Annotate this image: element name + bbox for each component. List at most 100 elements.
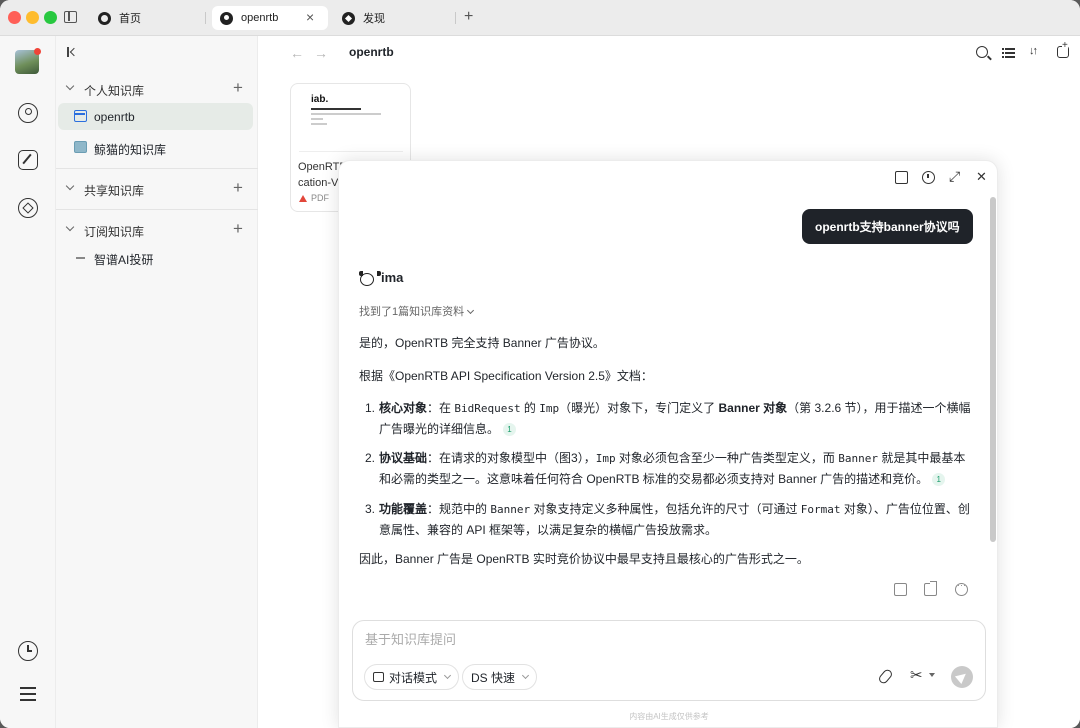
scissors-icon[interactable]: ✂ bbox=[910, 666, 935, 684]
document-type-label: PDF bbox=[311, 193, 329, 203]
minimize-window-button[interactable] bbox=[26, 11, 39, 24]
forward-arrow-icon[interactable]: → bbox=[314, 45, 328, 61]
sidebar-item-zhipu-research[interactable]: 智谱AI投研 bbox=[58, 244, 253, 271]
dash-icon bbox=[74, 251, 87, 263]
sort-icon[interactable] bbox=[1029, 45, 1043, 60]
answer-conclusion: 因此，Banner 广告是 OpenRTB 实时竞价协议中最早支持且最核心的广告… bbox=[359, 552, 809, 566]
answer-source-line: 根据《OpenRTB API Specification Version 2.5… bbox=[359, 369, 653, 383]
chevron-down-icon bbox=[65, 181, 75, 191]
point-title: 协议基础 bbox=[379, 451, 428, 465]
sources-text: 找到了1篇知识库资料 bbox=[359, 306, 465, 318]
page-title: openrtb bbox=[349, 45, 394, 59]
list-view-icon[interactable] bbox=[1002, 46, 1016, 60]
image-icon bbox=[74, 141, 87, 153]
point-title: 核心对象 bbox=[379, 401, 428, 415]
note-icon[interactable] bbox=[895, 171, 908, 184]
citation-badge[interactable]: 1 bbox=[932, 473, 946, 486]
section-label: 共享知识库 bbox=[84, 184, 145, 198]
collapse-sidebar-icon[interactable] bbox=[67, 47, 77, 57]
knowledge-sidebar: 个人知识库 + openrtb 鲸猫的知识库 共享知识库 + 订阅知识库 + 智… bbox=[56, 36, 258, 728]
ai-disclaimer: 内容由AI生成仅供参考 bbox=[629, 712, 709, 721]
expand-icon[interactable] bbox=[949, 168, 962, 185]
sidebar-item-label: 鲸猫的知识库 bbox=[94, 143, 167, 157]
title-bar: 首页 openrtb × 发现 + bbox=[0, 0, 1080, 36]
section-subscribed-kb[interactable]: 订阅知识库 + bbox=[56, 218, 258, 242]
model-select[interactable]: DS 快速 bbox=[462, 664, 538, 690]
compass-icon bbox=[342, 11, 355, 25]
back-arrow-icon[interactable]: ← bbox=[290, 45, 304, 61]
list-item: 1. 核心对象：在 BidRequest 的 Imp（曝光）对象下，专门定义了 … bbox=[365, 398, 971, 439]
attach-icon[interactable] bbox=[877, 667, 894, 686]
document-name: OpenRTB cation-V bbox=[298, 161, 347, 189]
notebook-icon bbox=[74, 110, 87, 122]
list-number: 2. bbox=[365, 451, 376, 465]
chat-input-box: 对话模式 DS 快速 ✂ bbox=[352, 620, 986, 701]
new-item-icon[interactable] bbox=[1057, 40, 1069, 58]
sidebar-item-label: 智谱AI投研 bbox=[94, 253, 154, 267]
sidebar-toggle-icon[interactable] bbox=[64, 11, 77, 23]
user-message: openrtb支持banner协议吗 bbox=[802, 209, 973, 244]
section-personal-kb[interactable]: 个人知识库 + bbox=[56, 77, 258, 101]
add-shared-kb-button[interactable]: + bbox=[233, 179, 243, 197]
history-clock-icon[interactable] bbox=[922, 171, 935, 184]
point-title: 功能覆盖 bbox=[379, 502, 428, 516]
tab-label: openrtb bbox=[241, 12, 279, 24]
share-icon[interactable] bbox=[924, 581, 937, 596]
list-item: 2. 协议基础：在请求的对象模型中（图3），Imp 对象必须包含至少一种广告类型… bbox=[365, 448, 971, 489]
document-type: PDF bbox=[299, 193, 329, 203]
scrollbar[interactable] bbox=[990, 197, 996, 542]
section-label: 订阅知识库 bbox=[84, 225, 145, 239]
divider bbox=[56, 168, 258, 169]
answer-intro: 是的，OpenRTB 完全支持 Banner 广告协议。 bbox=[359, 336, 605, 350]
search-icon[interactable] bbox=[976, 46, 988, 58]
user-message-text: openrtb支持banner协议吗 bbox=[815, 220, 960, 234]
panda-icon bbox=[359, 270, 381, 286]
tab-close-icon[interactable]: × bbox=[306, 10, 314, 24]
mode-label: 对话模式 bbox=[389, 670, 438, 685]
chevron-down-icon bbox=[443, 671, 452, 680]
chevron-down-icon bbox=[467, 306, 475, 315]
sidebar-item-label: openrtb bbox=[94, 110, 135, 124]
chat-panel: openrtb支持banner协议吗 ima 找到了1篇知识库资料 是的，Ope… bbox=[338, 160, 998, 728]
chevron-down-icon bbox=[65, 81, 75, 91]
history-clock-icon[interactable] bbox=[18, 641, 38, 661]
bulb-icon bbox=[220, 11, 233, 25]
knowledge-bulb-icon[interactable] bbox=[18, 103, 38, 123]
sources-toggle[interactable]: 找到了1篇知识库资料 bbox=[359, 303, 475, 319]
more-icon[interactable] bbox=[955, 580, 968, 596]
pdf-icon bbox=[299, 195, 307, 202]
maximize-window-button[interactable] bbox=[44, 11, 57, 24]
divider bbox=[56, 209, 258, 210]
tab-divider bbox=[205, 12, 206, 24]
send-button[interactable] bbox=[951, 666, 973, 688]
close-window-button[interactable] bbox=[8, 11, 21, 24]
mode-select[interactable]: 对话模式 bbox=[364, 664, 460, 690]
model-label: DS 快速 bbox=[471, 670, 516, 685]
document-thumbnail: iab. bbox=[299, 92, 403, 152]
add-subscribed-kb-button[interactable]: + bbox=[233, 220, 243, 238]
notification-dot bbox=[34, 48, 41, 55]
close-icon[interactable] bbox=[976, 169, 989, 185]
list-number: 3. bbox=[365, 502, 376, 516]
edit-note-icon[interactable] bbox=[894, 583, 907, 596]
bot-header: ima bbox=[359, 270, 404, 286]
menu-icon[interactable] bbox=[18, 684, 38, 704]
list-number: 1. bbox=[365, 401, 376, 415]
note-edit-icon[interactable] bbox=[18, 150, 38, 170]
bot-name: ima bbox=[381, 270, 404, 285]
citation-badge[interactable]: 1 bbox=[503, 423, 517, 436]
new-tab-button[interactable]: + bbox=[464, 8, 473, 26]
sidebar-item-whalecat-kb[interactable]: 鲸猫的知识库 bbox=[58, 134, 253, 161]
section-shared-kb[interactable]: 共享知识库 + bbox=[56, 177, 258, 201]
app-window: 首页 openrtb × 发现 + 个人知识库 + openrtb 鲸猫的知识库… bbox=[0, 0, 1080, 728]
discover-compass-icon[interactable] bbox=[18, 198, 38, 218]
left-rail bbox=[0, 36, 56, 728]
add-personal-kb-button[interactable]: + bbox=[233, 79, 243, 97]
iab-logo: iab. bbox=[311, 94, 329, 105]
sidebar-item-openrtb[interactable]: openrtb bbox=[58, 103, 253, 130]
tab-home[interactable]: 首页 bbox=[90, 6, 149, 30]
chat-bubble-icon bbox=[373, 672, 384, 682]
tab-label: 发现 bbox=[363, 13, 385, 25]
chat-input[interactable] bbox=[365, 632, 865, 647]
tab-discover[interactable]: 发现 bbox=[334, 6, 393, 30]
